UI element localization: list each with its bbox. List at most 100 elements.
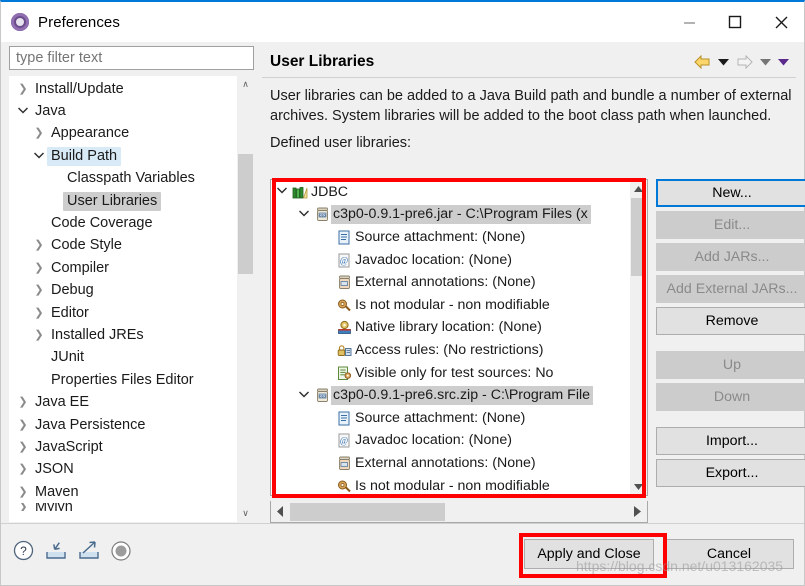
sidebar-item-java-ee[interactable]: ❯ Java EE: [9, 391, 237, 413]
svg-text:010: 010: [319, 395, 325, 399]
sidebar-item-editor[interactable]: ❯ Editor: [9, 302, 237, 324]
chevron-right-icon[interactable]: ❯: [15, 397, 31, 408]
help-icon[interactable]: ?: [13, 540, 34, 566]
sidebar-item-label: Properties Files Editor: [51, 371, 194, 388]
sidebar-item-user-libraries[interactable]: User Libraries: [9, 190, 237, 212]
chevron-down-icon[interactable]: [15, 106, 31, 117]
library-tree-row[interactable]: Source attachment: (None): [271, 407, 630, 430]
chevron-right-icon[interactable]: ❯: [31, 240, 47, 251]
chevron-right-icon[interactable]: ❯: [15, 464, 31, 475]
chevron-right-icon[interactable]: ❯: [15, 441, 31, 453]
chevron-right-icon[interactable]: ❯: [31, 329, 47, 341]
library-tree-label: External annotations: (None): [355, 274, 536, 291]
sphere-icon[interactable]: [111, 540, 131, 566]
remove-button[interactable]: Remove: [656, 307, 805, 335]
sidebar-item-maven[interactable]: ❯ Maven: [9, 481, 237, 503]
library-tree-row[interactable]: Is not modular - non modifiable: [271, 475, 630, 495]
sidebar-scrollbar[interactable]: ∧ ∨: [237, 76, 254, 522]
maximize-icon[interactable]: [712, 2, 758, 42]
scroll-down-icon[interactable]: ∨: [237, 505, 254, 522]
chevron-right-icon[interactable]: ❯: [31, 285, 47, 296]
sidebar-item-partial[interactable]: ❯ Mylyn: [9, 503, 237, 511]
title-bar-left: Preferences: [1, 13, 666, 31]
minimize-icon[interactable]: [666, 2, 712, 42]
sidebar-item-debug[interactable]: ❯ Debug: [9, 280, 237, 302]
library-tree-row[interactable]: 010 c3p0-0.9.1-pre6.jar - C:\Program File…: [271, 204, 630, 227]
chevron-right-icon[interactable]: ❯: [15, 503, 31, 511]
sidebar-item-installed-jres[interactable]: ❯ Installed JREs: [9, 324, 237, 346]
user-libraries-list[interactable]: JDBC 010 c3p0-0.9.1-pre6.jar - C:\Program …: [270, 179, 648, 496]
library-scroll-down-icon[interactable]: [630, 478, 647, 495]
chevron-down-icon[interactable]: [31, 151, 47, 162]
library-tree-row[interactable]: External annotations: (None): [271, 452, 630, 475]
chevron-right-icon[interactable]: ❯: [31, 307, 47, 319]
sidebar-item-classpath-variables[interactable]: Classpath Variables: [9, 168, 237, 190]
view-menu-chevron-down-icon[interactable]: [776, 56, 791, 68]
sidebar-scroll-thumb[interactable]: [238, 154, 253, 274]
javadoc-icon: @: [335, 433, 353, 448]
hscroll-right-icon[interactable]: [628, 502, 647, 522]
library-scroll-thumb[interactable]: [631, 198, 646, 276]
sidebar-item-install-update[interactable]: ❯ Install/Update: [9, 78, 237, 100]
export-button[interactable]: Export...: [656, 459, 805, 487]
sidebar-item-build-path[interactable]: Build Path: [9, 145, 237, 167]
export-preferences-icon[interactable]: [78, 540, 100, 566]
watermark: https://blog.csdn.net/u013162035: [576, 558, 784, 574]
chevron-right-icon[interactable]: ❯: [15, 83, 31, 95]
library-tree-row[interactable]: JDBC: [271, 181, 630, 204]
library-tree-row[interactable]: Visible only for test sources: No: [271, 362, 630, 385]
import-button[interactable]: Import...: [656, 427, 805, 455]
sidebar-item-java[interactable]: Java: [9, 100, 237, 122]
chevron-right-icon[interactable]: ❯: [15, 486, 31, 498]
library-tree-row[interactable]: Access rules: (No restrictions): [271, 339, 630, 362]
chevron-right-icon[interactable]: ❯: [15, 419, 31, 431]
scroll-up-icon[interactable]: ∧: [237, 76, 254, 93]
module-icon: [335, 479, 353, 494]
forward-arrow-icon: [734, 53, 755, 71]
page-header: User Libraries: [262, 46, 796, 78]
sidebar-item-java-persistence[interactable]: ❯ Java Persistence: [9, 414, 237, 436]
preference-tree[interactable]: ❯ Install/Update Java ❯ Appearance Build Path…: [9, 76, 254, 522]
preferences-gear-icon: [11, 13, 29, 31]
library-tree-label: External annotations: (None): [355, 454, 536, 471]
back-arrow-icon[interactable]: [692, 53, 713, 71]
library-tree-row[interactable]: Is not modular - non modifiable: [271, 294, 630, 317]
close-icon[interactable]: [758, 2, 804, 42]
library-tree-row[interactable]: @ Javadoc location: (None): [271, 430, 630, 453]
back-menu-chevron-down-icon[interactable]: [716, 56, 731, 68]
hscroll-thumb[interactable]: [290, 502, 445, 521]
library-tree-row[interactable]: @ Javadoc location: (None): [271, 249, 630, 272]
library-tree-row[interactable]: Native library location: (None): [271, 317, 630, 340]
import-preferences-icon[interactable]: [45, 540, 67, 566]
sidebar-item-label: Classpath Variables: [67, 170, 195, 187]
forward-menu-chevron-down-icon: [758, 56, 773, 68]
sidebar-item-appearance[interactable]: ❯ Appearance: [9, 123, 237, 145]
sidebar-item-compiler[interactable]: ❯ Compiler: [9, 257, 237, 279]
add-external-jars-button: Add External JARs...: [656, 275, 805, 303]
sidebar-item-code-style[interactable]: ❯ Code Style: [9, 235, 237, 257]
hscroll-left-icon[interactable]: [271, 502, 290, 522]
sidebar-item-code-coverage[interactable]: Code Coverage: [9, 212, 237, 234]
sidebar-item-javascript[interactable]: ❯ JavaScript: [9, 436, 237, 458]
search-input[interactable]: [9, 46, 254, 70]
chevron-down-icon[interactable]: [273, 187, 291, 197]
chevron-right-icon[interactable]: ❯: [31, 262, 47, 274]
chevron-down-icon[interactable]: [295, 391, 313, 401]
sidebar-item-junit[interactable]: JUnit: [9, 347, 237, 369]
library-list-horizontal-scrollbar[interactable]: [270, 501, 648, 523]
sidebar-item-label: JavaScript: [35, 438, 103, 455]
sidebar-item-properties-files-editor[interactable]: Properties Files Editor: [9, 369, 237, 391]
sidebar-item-json[interactable]: ❯ JSON: [9, 459, 237, 481]
hscroll-track[interactable]: [290, 502, 628, 522]
new-button[interactable]: New...: [656, 179, 805, 207]
chevron-down-icon[interactable]: [295, 210, 313, 220]
library-tree-row[interactable]: External annotations: (None): [271, 271, 630, 294]
chevron-right-icon[interactable]: ❯: [31, 128, 47, 139]
sidebar-item-label: Installed JREs: [51, 326, 144, 343]
library-tree-row[interactable]: Source attachment: (None): [271, 226, 630, 249]
library-tree-row[interactable]: 010 c3p0-0.9.1-pre6.src.zip - C:\Program …: [271, 384, 630, 407]
preference-tree-nodes: ❯ Install/Update Java ❯ Appearance Build Path…: [9, 78, 237, 511]
library-list-vertical-scrollbar[interactable]: [630, 180, 647, 495]
svg-text:@: @: [340, 255, 348, 265]
library-scroll-up-icon[interactable]: [630, 180, 647, 197]
